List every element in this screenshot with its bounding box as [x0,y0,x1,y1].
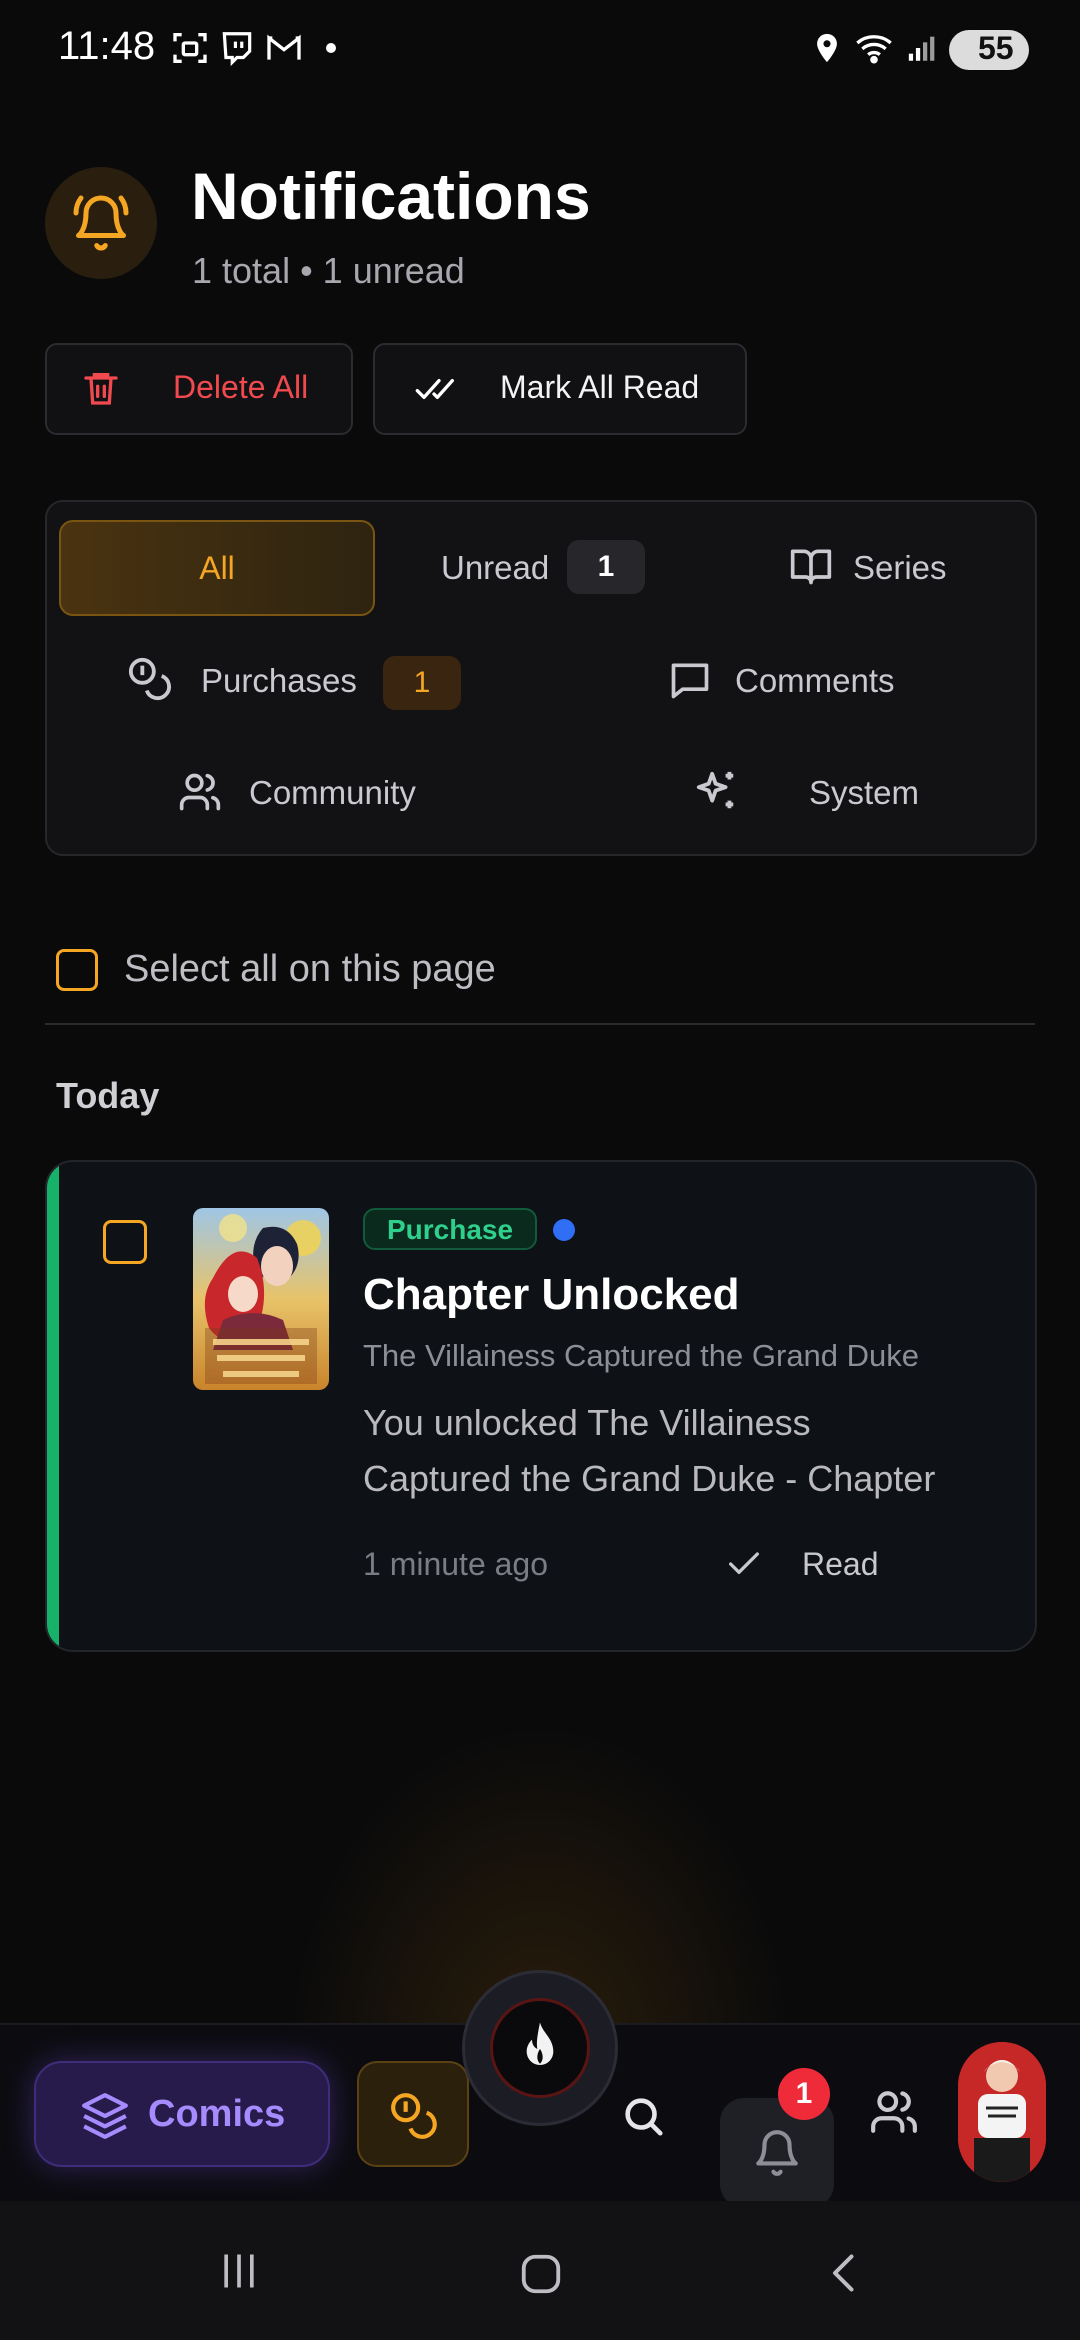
notification-card[interactable]: Purchase Chapter Unlocked The Villainess… [45,1160,1037,1652]
tab-system-label: System [809,774,920,811]
tab-comments[interactable]: Comments [667,634,967,724]
coins-icon [127,656,173,702]
purchases-count-badge: 1 [383,656,461,710]
notification-dot-icon [326,43,336,53]
gmail-icon [264,28,304,68]
filter-panel: All Unread 1 Series Purchases 1 Comments… [45,500,1037,856]
status-time: 11:48 [58,24,156,68]
notification-message-line-2: Captured the Grand Duke - Chapter [363,1458,936,1499]
screenshot-icon [170,28,210,68]
tab-purchases[interactable]: Purchases [127,634,427,724]
bell-icon [752,2128,802,2178]
select-all-label[interactable]: Select all on this page [124,948,496,991]
mark-read-label: Read [802,1546,879,1582]
twitch-icon [218,28,256,68]
nav-search-button[interactable] [620,2093,666,2139]
notification-message-line-1: You unlocked The Villainess [363,1402,811,1443]
tab-purchases-label: Purchases [201,662,357,699]
bell-icon [45,167,157,279]
page-subtitle: 1 total • 1 unread [192,250,465,291]
double-check-icon [411,369,457,409]
trash-icon [81,367,121,409]
tab-unread-label: Unread [441,549,550,586]
category-badge-purchase: Purchase [363,1208,538,1250]
mark-all-read-label: Mark All Read [500,369,700,405]
tab-system[interactable]: System [693,746,953,836]
delete-all-button[interactable]: Delete All [45,343,353,435]
delete-all-label: Delete All [173,369,309,405]
sparkles-icon [693,768,739,814]
mark-all-read-button[interactable]: Mark All Read [373,343,747,435]
tab-all[interactable]: All [59,520,375,616]
notification-message: You unlocked The Villainess Captured the… [363,1395,993,1507]
series-cover-image[interactable] [193,1208,329,1390]
signal-icon [906,28,940,68]
nav-community-button[interactable] [868,2087,920,2137]
flame-logo-icon [490,1998,590,2098]
unread-indicator [553,1219,575,1241]
status-bar: 11:48 55 [0,0,1080,96]
card-accent-bar [47,1162,59,1650]
mark-read-button[interactable]: Read [722,1538,922,1590]
nav-coins-button[interactable] [357,2061,469,2167]
back-icon[interactable] [824,2249,868,2297]
battery-level: 55 [978,30,1014,66]
comment-icon [667,658,713,702]
notification-series: The Villainess Captured the Grand Duke [363,1338,920,1373]
tab-community-label: Community [249,774,416,811]
tab-comments-label: Comments [735,662,895,699]
section-heading-today: Today [56,1075,160,1116]
coins-icon [389,2091,439,2141]
select-all-checkbox[interactable] [56,949,98,991]
tab-series-label: Series [853,549,947,586]
location-icon [810,28,844,68]
nav-home-fab[interactable] [462,1970,618,2126]
tab-all-label: All [199,550,235,586]
tab-series[interactable]: Series [777,520,1017,612]
system-navigation-bar [0,2201,1080,2340]
divider [45,1023,1035,1025]
recent-apps-icon[interactable] [214,2249,264,2293]
users-icon [177,770,223,814]
nav-comics-button[interactable]: Comics [34,2061,330,2167]
book-icon [787,544,835,588]
wifi-icon [852,28,896,68]
notification-time: 1 minute ago [363,1546,549,1582]
tab-community[interactable]: Community [177,746,457,836]
notification-checkbox[interactable] [103,1220,147,1264]
home-button-icon[interactable] [518,2251,564,2297]
profile-avatar[interactable] [958,2042,1046,2182]
notifications-count-badge: 1 [778,2068,830,2120]
nav-comics-label: Comics [148,2093,286,2135]
check-icon [722,1544,766,1584]
page-title: Notifications [191,159,591,233]
unread-count-badge: 1 [567,540,645,594]
layers-icon [80,2091,130,2141]
tab-unread[interactable]: Unread [407,520,697,612]
notification-title: Chapter Unlocked [363,1270,740,1319]
